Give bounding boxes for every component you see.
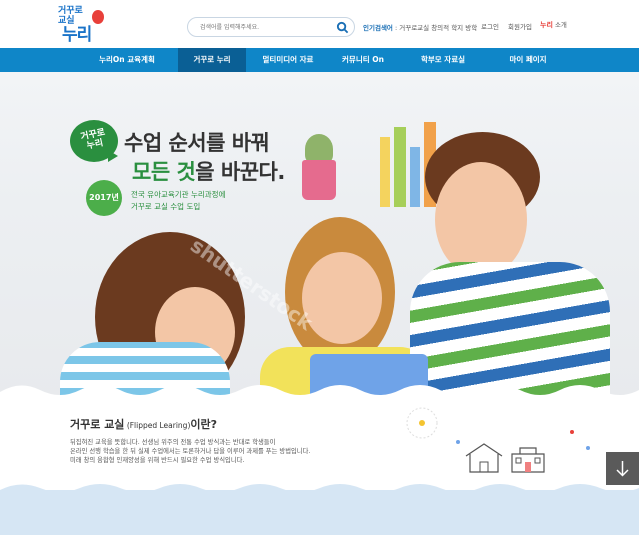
house-icon <box>465 443 503 473</box>
hero-sub-2: 거꾸로 교실 수업 도입 <box>131 202 201 211</box>
book <box>410 147 420 207</box>
popular-label: 인기검색어 <box>363 24 393 32</box>
decor-dot <box>570 430 574 434</box>
arrow-down-icon <box>616 461 629 477</box>
intro-title-en: (Flipped Learing) <box>124 421 191 430</box>
hero-headline-1: 수업 순서를 바꿔 <box>124 131 270 155</box>
nav-item-plan[interactable]: 누리On 교육계획 <box>84 48 170 72</box>
nav-item-community[interactable]: 커뮤니티 On <box>330 48 396 72</box>
flower-pot <box>302 160 336 200</box>
popular-text: : 거꾸로교실 창의적 학지 방학 <box>392 24 478 32</box>
bottom-band <box>0 490 639 535</box>
intro-line-1: 뒤집혀진 교육을 뜻합니다. 선생님 위주의 전통 수업 방식과는 반대로 학생… <box>70 439 276 446</box>
hero-sub-1: 전국 유아교육기관 누리과정에 <box>131 190 226 199</box>
book <box>380 137 390 207</box>
logo-main-text: 누리 <box>62 25 92 45</box>
search-icon[interactable] <box>336 21 349 34</box>
hero-wave <box>0 385 639 402</box>
headline-green: 모든 것 <box>132 160 196 184</box>
intro-title-suffix: 이란? <box>190 418 217 431</box>
logo-dot <box>92 10 104 24</box>
hero-headline-2: 모든 것을 바꾼다. <box>132 156 285 186</box>
speech-bubble-tail <box>108 150 118 162</box>
decor-dot <box>456 440 460 444</box>
main-nav: 누리On 교육계획 거꾸로 누리 멀티미디어 자료 커뮤니티 On 학부모 자료… <box>0 48 639 72</box>
about-suffix: 소개 <box>552 21 567 29</box>
login-link[interactable]: 로그인 <box>481 21 499 31</box>
nav-item-multimedia[interactable]: 멀티미디어 자료 <box>250 48 326 72</box>
decor-dot <box>586 446 590 450</box>
intro-title-ko: 거꾸로 교실 <box>70 418 125 431</box>
about-brand: 누리 <box>540 21 553 29</box>
sun-icon <box>406 407 438 439</box>
scroll-down-button[interactable] <box>606 452 639 485</box>
year-badge: 2017년 <box>86 180 122 216</box>
intro-line-3: 미래 창의 융합형 인재양성을 위해 반드시 필요한 수업 방식입니다. <box>70 457 245 464</box>
nav-item-mypage[interactable]: 마이 페이지 <box>498 48 558 72</box>
intro-title: 거꾸로 교실 (Flipped Learing)이란? <box>70 416 217 432</box>
site-header: 거꾸로교실 누리 인기검색어 : 거꾸로교실 창의적 학지 방학 로그인 회원가… <box>0 0 639 48</box>
nav-item-flipped[interactable]: 거꾸로 누리 <box>178 48 246 72</box>
hero-banner: 거꾸로 누리 수업 순서를 바꿔 모든 것을 바꾼다. 2017년 전국 유아교… <box>0 72 639 402</box>
site-logo[interactable]: 거꾸로 교실 누리 <box>58 4 110 45</box>
search-box <box>187 17 355 37</box>
headline-rest: 을 바꾼다. <box>195 160 285 184</box>
intro-line-2: 온라인 선행 학습을 한 뒤 실제 수업에서는 토론하거나 답을 이루어 과제를… <box>70 448 311 455</box>
about-link[interactable]: 누리 소개 <box>540 19 567 30</box>
join-link[interactable]: 회원가입 <box>508 21 532 31</box>
school-icon <box>511 447 545 473</box>
search-input[interactable] <box>200 21 330 33</box>
nav-item-parents[interactable]: 학부모 자료실 <box>410 48 476 72</box>
book <box>394 127 406 207</box>
popular-keywords[interactable]: 인기검색어 : 거꾸로교실 창의적 학지 방학 <box>363 22 477 32</box>
